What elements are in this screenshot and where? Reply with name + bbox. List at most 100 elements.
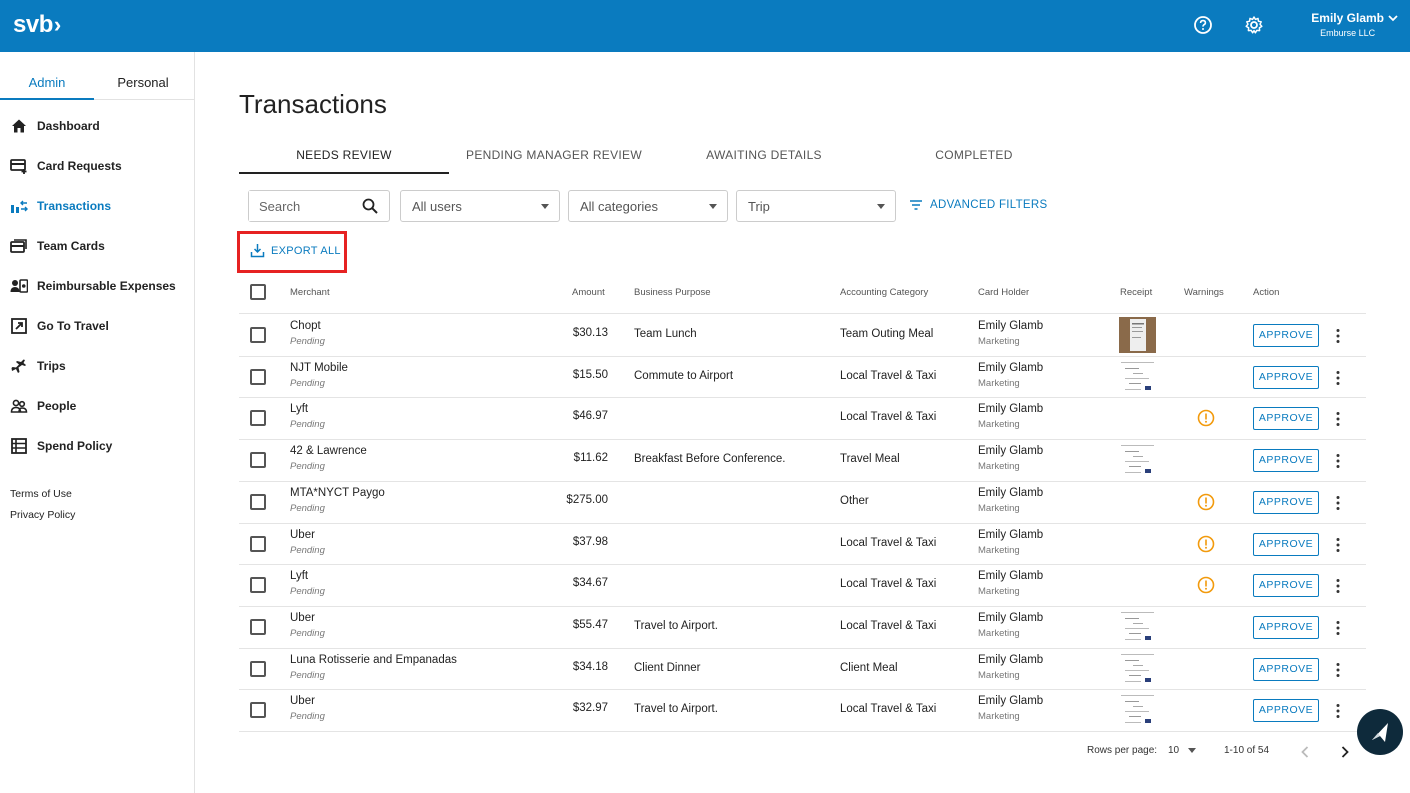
advanced-filters-button[interactable]: ADVANCED FILTERS [909, 198, 1047, 212]
approve-button[interactable]: APPROVE [1253, 699, 1319, 723]
sidebar-item-transactions[interactable]: Transactions [10, 196, 111, 216]
transaction-amount: $32.97 [572, 702, 608, 715]
column-header-merchant[interactable]: Merchant [290, 287, 330, 298]
row-checkbox[interactable] [250, 368, 266, 385]
approve-button[interactable]: APPROVE [1253, 657, 1319, 681]
merchant-name: MTA*NYCT Paygo [290, 486, 385, 499]
column-header-card-holder[interactable]: Card Holder [978, 287, 1029, 298]
accounting-category: Travel Meal [840, 453, 900, 466]
sidebar-item-trips[interactable]: Trips [10, 356, 66, 376]
tab-awaiting-details[interactable]: AWAITING DETAILS [659, 148, 869, 162]
row-divider [239, 731, 1366, 732]
status-tabs: NEEDS REVIEW PENDING MANAGER REVIEW AWAI… [239, 140, 1079, 174]
row-checkbox[interactable] [250, 452, 266, 469]
column-header-accounting-category[interactable]: Accounting Category [840, 287, 928, 298]
more-vertical-icon[interactable] [1332, 537, 1344, 553]
sidebar-item-dashboard[interactable]: Dashboard [10, 116, 100, 136]
accounting-category: Local Travel & Taxi [840, 578, 937, 591]
card-holder-name: Emily Glamb [978, 570, 1044, 583]
sidebar-item-label: Dashboard [37, 119, 100, 133]
active-tab-indicator [0, 98, 94, 100]
sidebar-item-go-to-travel[interactable]: Go To Travel [10, 316, 109, 336]
more-vertical-icon[interactable] [1332, 620, 1344, 636]
gear-icon[interactable] [1244, 15, 1264, 35]
previous-page-icon[interactable] [1300, 745, 1310, 759]
more-vertical-icon[interactable] [1332, 578, 1344, 594]
search-input[interactable] [249, 191, 349, 221]
approve-button[interactable]: APPROVE [1253, 365, 1319, 389]
row-checkbox[interactable] [250, 327, 266, 343]
more-vertical-icon[interactable] [1332, 328, 1344, 344]
tab-completed[interactable]: COMPLETED [869, 148, 1079, 162]
row-checkbox[interactable] [250, 702, 266, 719]
tab-pending-manager-review[interactable]: PENDING MANAGER REVIEW [449, 148, 659, 162]
more-vertical-icon[interactable] [1332, 411, 1344, 427]
tab-personal[interactable]: Personal [96, 75, 190, 90]
receipt-thumbnail[interactable] [1119, 692, 1156, 728]
column-header-amount[interactable]: Amount [572, 287, 605, 298]
approve-button[interactable]: APPROVE [1253, 324, 1319, 347]
row-checkbox[interactable] [250, 660, 266, 677]
sidebar-item-spend-policy[interactable]: Spend Policy [10, 436, 112, 456]
more-vertical-icon[interactable] [1332, 495, 1344, 511]
merchant-name: Luna Rotisserie and Empanadas [290, 653, 457, 666]
approve-button[interactable]: APPROVE [1253, 574, 1319, 598]
row-checkbox[interactable] [250, 493, 266, 510]
search-icon[interactable] [361, 197, 379, 215]
warning-icon[interactable] [1197, 535, 1215, 553]
approve-button[interactable]: APPROVE [1253, 449, 1319, 473]
terms-link[interactable]: Terms of Use [10, 488, 72, 500]
row-checkbox[interactable] [250, 618, 266, 635]
trip-select-value: Trip [748, 199, 770, 214]
business-purpose: Team Lunch [634, 328, 697, 340]
transaction-status: Pending [290, 669, 325, 681]
privacy-link[interactable]: Privacy Policy [10, 509, 75, 521]
user-menu[interactable]: Emily Glamb Emburse LLC [1311, 11, 1398, 38]
more-vertical-icon[interactable] [1332, 453, 1344, 469]
receipt-thumbnail[interactable] [1119, 359, 1156, 395]
warning-icon[interactable] [1197, 576, 1215, 594]
business-purpose: Client Dinner [634, 661, 701, 674]
approve-button[interactable]: APPROVE [1253, 532, 1319, 556]
row-checkbox[interactable] [250, 535, 266, 552]
categories-select[interactable]: All categories [568, 190, 728, 222]
sidebar-item-team-cards[interactable]: Team Cards [10, 236, 105, 256]
merchant-name: Chopt [290, 320, 321, 332]
merchant-name: Uber [290, 611, 315, 624]
export-all-button[interactable]: EXPORT ALL [250, 243, 341, 258]
approve-button[interactable]: APPROVE [1253, 407, 1319, 431]
row-divider [239, 605, 1366, 607]
more-vertical-icon[interactable] [1332, 703, 1344, 719]
receipt-thumbnail[interactable] [1119, 651, 1156, 687]
approve-button[interactable]: APPROVE [1253, 615, 1319, 639]
next-page-icon[interactable] [1340, 745, 1350, 759]
warning-icon[interactable] [1197, 493, 1215, 511]
row-checkbox[interactable] [250, 410, 266, 427]
receipt-thumbnail[interactable] [1119, 317, 1156, 353]
tab-admin[interactable]: Admin [0, 75, 94, 90]
top-bar: svb› Emily Glamb Emburse LLC [0, 0, 1410, 52]
svb-logo[interactable]: svb› [13, 11, 61, 39]
receipt-thumbnail[interactable] [1119, 442, 1156, 478]
approve-button[interactable]: APPROVE [1253, 490, 1319, 514]
row-checkbox[interactable] [250, 577, 266, 594]
send-icon [1372, 723, 1388, 742]
receipt-thumbnail[interactable] [1119, 609, 1156, 645]
help-circle-icon[interactable] [1193, 15, 1213, 35]
rows-per-page-select[interactable]: 10 [1168, 745, 1196, 756]
trip-select[interactable]: Trip [736, 190, 896, 222]
chat-fab-button[interactable] [1357, 709, 1403, 755]
sidebar-item-reimbursable-expenses[interactable]: Reimbursable Expenses [10, 276, 176, 296]
column-header-business-purpose[interactable]: Business Purpose [634, 287, 711, 298]
select-all-checkbox[interactable] [250, 284, 266, 300]
warning-icon[interactable] [1197, 409, 1215, 427]
accounting-category: Local Travel & Taxi [840, 619, 937, 632]
tab-needs-review[interactable]: NEEDS REVIEW [239, 148, 449, 162]
sidebar-item-card-requests[interactable]: Card Requests [10, 156, 122, 176]
more-vertical-icon[interactable] [1332, 370, 1344, 386]
sidebar-item-label: Team Cards [37, 239, 105, 253]
caret-down-icon [541, 204, 549, 209]
users-select[interactable]: All users [400, 190, 560, 222]
sidebar-item-people[interactable]: People [10, 396, 76, 416]
more-vertical-icon[interactable] [1332, 662, 1344, 678]
